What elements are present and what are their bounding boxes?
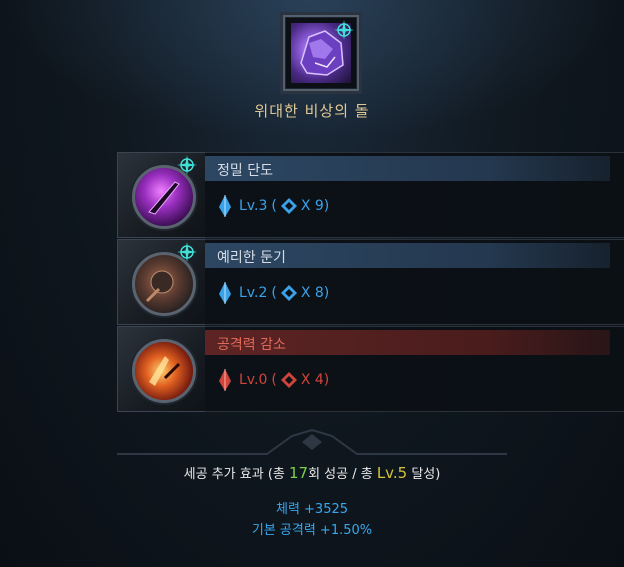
engraving-row-3[interactable]: 공격력 감소 Lv.0 ( X 4 ) (117, 326, 624, 412)
paren-close: ) (323, 198, 330, 214)
paren-open: ( (271, 198, 277, 214)
engraving-title-bar: 예리한 둔기 (205, 243, 610, 268)
blue-crystal-icon (219, 195, 231, 217)
engraving-level-line: Lv.2 ( X 8 ) (219, 281, 329, 305)
red-diamond-icon (280, 372, 297, 388)
engraving-count: X 9 (300, 198, 324, 214)
engraving-panel: 예리한 둔기 Lv.2 ( X 8 ) (205, 239, 624, 325)
engraving-row-2[interactable]: 예리한 둔기 Lv.2 ( X 8 ) (117, 239, 624, 325)
summary-mid: 회 성공 / 총 (308, 467, 377, 482)
paren-open: ( (271, 372, 277, 388)
bonus-effect-summary: 세공 추가 효과 (총 17회 성공 / 총 Lv.5 달성) (0, 463, 624, 482)
engraving-panel: 공격력 감소 Lv.0 ( X 4 ) (205, 326, 624, 412)
bonus-stat-health: 체력 +3525 (275, 502, 349, 517)
gem-frame (117, 326, 207, 412)
bonus-stat-attack: 기본 공격력 +1.50% (251, 523, 373, 538)
engraving-level: Lv.0 (239, 372, 268, 388)
blue-diamond-icon (280, 285, 297, 301)
engraving-name: 예리한 둔기 (217, 250, 286, 266)
engraving-level-line: Lv.0 ( X 4 ) (219, 368, 329, 392)
blue-diamond-icon (280, 198, 297, 214)
engraving-level: Lv.3 (239, 198, 268, 214)
engraving-count: X 4 (300, 372, 324, 388)
divider-ornament (117, 428, 507, 455)
blue-crystal-icon (219, 282, 231, 304)
item-name: 위대한 비상의 돌 (254, 102, 370, 120)
gem-frame (117, 152, 207, 238)
engraving-title-bar: 공격력 감소 (205, 330, 610, 355)
item-icon-slot[interactable] (283, 15, 359, 91)
cyan-compass-icon (177, 242, 197, 262)
gem-frame (117, 239, 207, 325)
engraving-name: 정밀 단도 (217, 163, 273, 179)
engraving-panel: 정밀 단도 Lv.3 ( X 9 ) (205, 152, 624, 238)
summary-suffix: 달성) (407, 467, 441, 482)
paren-open: ( (271, 285, 277, 301)
engraving-row-1[interactable]: 정밀 단도 Lv.3 ( X 9 ) (117, 152, 624, 238)
engraving-count: X 8 (300, 285, 324, 301)
paren-close: ) (323, 285, 330, 301)
total-level: Lv.5 (376, 464, 408, 482)
engraving-title-bar: 정밀 단도 (205, 156, 610, 181)
engraving-name: 공격력 감소 (217, 337, 286, 353)
cyan-compass-icon (177, 155, 197, 175)
engraving-level-line: Lv.3 ( X 9 ) (219, 194, 329, 218)
paren-close: ) (323, 372, 330, 388)
cyan-compass-icon (334, 20, 354, 40)
summary-prefix: 세공 추가 효과 (총 (183, 467, 289, 482)
engraving-level: Lv.2 (239, 285, 268, 301)
total-success-count: 17 (288, 464, 309, 482)
red-crystal-icon (219, 369, 231, 391)
attack-reduction-icon (132, 339, 196, 403)
